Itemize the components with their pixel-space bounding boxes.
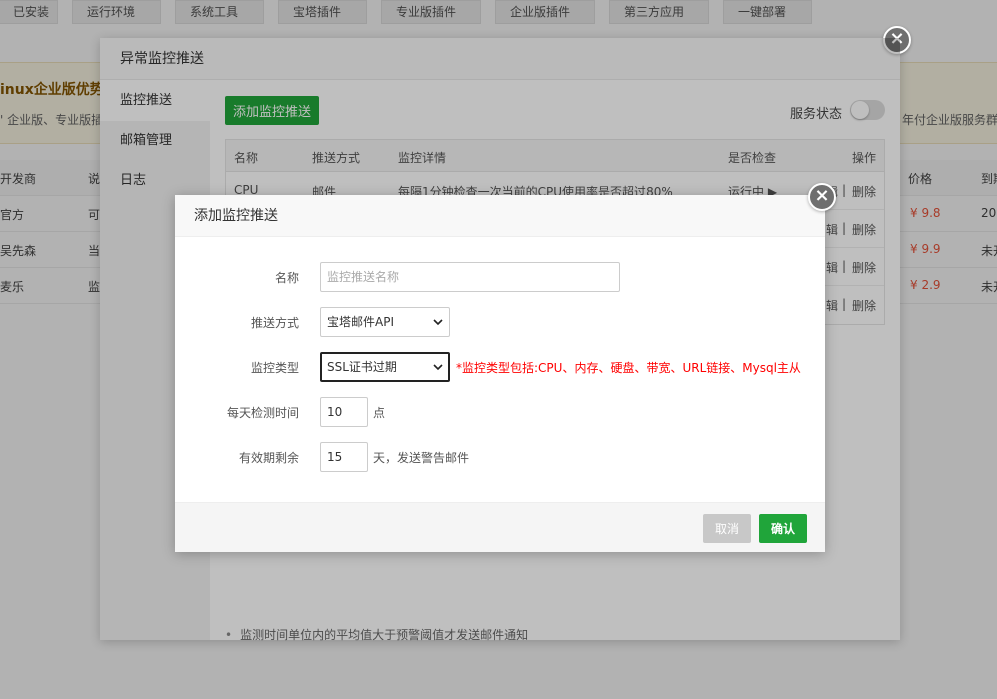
expire-label: 有效期剩余 <box>238 451 299 465</box>
name-label: 名称 <box>274 271 299 285</box>
expire-input[interactable] <box>320 442 368 472</box>
time-unit: 点 <box>373 406 386 420</box>
expire-unit: 天，发送警告邮件 <box>373 451 470 465</box>
cancel-button[interactable]: 取消 <box>703 514 751 543</box>
type-hint: *监控类型包括:CPU、内存、硬盘、带宽、URL链接、Mysql主从 <box>456 361 801 375</box>
add-monitor-push-dialog: 添加监控推送 名称 推送方式 宝塔邮件API 监控类型 SSL证书过期 *监控类… <box>175 195 825 552</box>
type-select[interactable]: SSL证书过期 <box>320 352 450 382</box>
dialog-footer: 取消 确认 <box>175 502 825 552</box>
close-icon[interactable]: × <box>808 183 836 211</box>
chevron-down-icon <box>433 364 443 371</box>
form-row-expire: 有效期剩余 天，发送警告邮件 <box>175 442 825 474</box>
form-row-name: 名称 <box>175 262 825 294</box>
type-label: 监控类型 <box>250 361 299 375</box>
add-monitor-push-dialog-title: 添加监控推送 <box>175 195 825 237</box>
chevron-down-icon <box>433 319 443 326</box>
confirm-button[interactable]: 确认 <box>759 514 807 543</box>
type-select-value: SSL证书过期 <box>327 360 397 374</box>
form-row-type: 监控类型 SSL证书过期 *监控类型包括:CPU、内存、硬盘、带宽、URL链接、… <box>175 352 825 384</box>
method-label: 推送方式 <box>250 316 299 330</box>
form-row-time: 每天检测时间 点 <box>175 397 825 429</box>
method-select[interactable]: 宝塔邮件API <box>320 307 450 337</box>
method-select-value: 宝塔邮件API <box>327 315 394 329</box>
time-input[interactable] <box>320 397 368 427</box>
time-label: 每天检测时间 <box>226 406 299 420</box>
name-input[interactable] <box>320 262 620 292</box>
form-row-method: 推送方式 宝塔邮件API <box>175 307 825 339</box>
